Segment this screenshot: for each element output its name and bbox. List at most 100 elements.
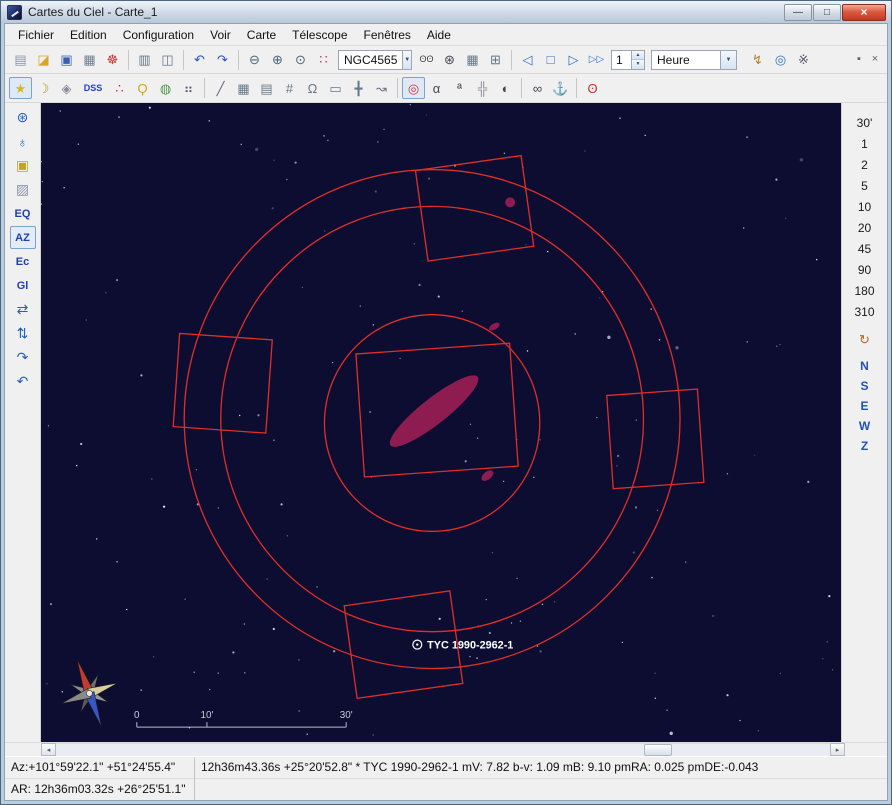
fov-preset-button[interactable]: 1 [846,133,884,154]
frame-outline-icon[interactable]: ▭ [324,77,347,99]
show-stars-icon[interactable]: ★ [9,77,32,99]
spin-down-icon[interactable]: ▼ [632,60,644,69]
multi-window-icon[interactable]: ◫ [156,49,179,71]
horizontal-scrollbar[interactable]: ◂ ▸ [5,742,887,756]
fov-preset-button[interactable]: 30' [846,112,884,133]
tracking-icon[interactable]: ↝ [370,77,393,99]
fov-frame-icon[interactable]: # [278,77,301,99]
galaxy-ellipse[interactable] [383,367,486,456]
proper-name-icon[interactable]: ª [448,77,471,99]
rotate-field-icon[interactable]: ↻ [854,330,876,350]
mirror-vertical-icon[interactable]: ⇅ [10,322,36,345]
copy-icon[interactable]: ▥ [133,49,156,71]
world-map-icon[interactable]: ◎ [769,49,792,71]
menu-aide[interactable]: Aide [419,25,459,45]
spin-up-icon[interactable]: ▲ [632,50,644,60]
finder-circle-icon[interactable]: ◎ [402,77,425,99]
print-icon[interactable]: ▦ [78,49,101,71]
direction-s-button[interactable]: S [846,376,884,396]
scrollbar-thumb[interactable] [644,744,673,756]
mirror-horizontal-icon[interactable]: ⇄ [10,298,36,321]
mark-center-icon[interactable]: ∷ [312,49,335,71]
title-bar[interactable]: Cartes du Ciel - Carte_1 — □ × [1,1,891,23]
time-unit-combo[interactable]: Heure ▼ [651,49,737,70]
menu-carte[interactable]: Carte [239,25,284,45]
refresh-chart-icon[interactable]: ↯ [746,49,769,71]
galaxy-ellipse[interactable] [505,197,516,208]
show-planets-icon[interactable]: ☽ [32,77,55,99]
maximize-button[interactable]: □ [813,3,841,21]
time-step-spinner[interactable]: 1 ▲ ▼ [611,49,645,70]
scroll-right-button[interactable]: ▸ [830,743,845,756]
redo-icon[interactable]: ↷ [211,49,234,71]
distance-tool-icon[interactable]: ╱ [209,77,232,99]
fov-preset-button[interactable]: 310 [846,301,884,322]
rotate-cw-icon[interactable]: ↷ [10,346,36,369]
telescope-goto-icon[interactable]: ※ [792,49,815,71]
object-search-combo[interactable]: NGC4565 ▼ [338,49,412,70]
scrollbar-track[interactable] [56,743,830,756]
rotate-ccw-icon[interactable]: ↶ [10,370,36,393]
new-chart-icon[interactable]: ▤ [9,49,32,71]
config-icon[interactable]: ☸ [101,49,124,71]
toolbar-pin-icon[interactable]: ▪ [851,52,867,68]
fov-preset-button[interactable]: 5 [846,175,884,196]
galaxy-ellipse[interactable] [488,321,501,332]
greek-label-icon[interactable]: α [425,77,448,99]
edit-chart-icon[interactable]: ▨ [10,178,36,201]
anchor-icon[interactable]: ⚓ [549,77,572,99]
coord-az-button[interactable]: AZ [9,226,36,249]
coord-ec-button[interactable]: Ec [10,250,36,273]
minimize-button[interactable]: — [784,3,812,21]
menu-fichier[interactable]: Fichier [10,25,62,45]
menu-voir[interactable]: Voir [202,25,239,45]
sky-chart[interactable]: 0 10' 30' TYC 1990-2962-1 [41,103,841,742]
chevron-down-icon[interactable]: ▼ [720,50,736,69]
zoom-in-icon[interactable]: ⊕ [266,49,289,71]
toolbar-close-icon[interactable]: × [867,52,883,68]
zoom-reset-icon[interactable]: ⊙ [289,49,312,71]
coord-grid-icon[interactable]: ▦ [232,77,255,99]
direction-n-button[interactable]: N [846,356,884,376]
direction-z-button[interactable]: Z [846,436,884,456]
advanced-search-icon[interactable]: ⊛ [438,49,461,71]
fov-preset-button[interactable]: 10 [846,196,884,217]
pan-mode-icon[interactable]: ╋ [347,77,370,99]
time-back-icon[interactable]: ◁ [516,49,539,71]
limiting-magnitude-icon[interactable]: Ϙ [131,77,154,99]
zoom-out-icon[interactable]: ⊖ [243,49,266,71]
menu-configuration[interactable]: Configuration [115,25,202,45]
fov-preset-button[interactable]: 45 [846,238,884,259]
coord-eq-button[interactable]: EQ [10,202,36,225]
search-icon[interactable]: ʘʘ [415,49,438,71]
scroll-left-button[interactable]: ◂ [41,743,56,756]
menu-telescope[interactable]: Télescope [284,25,355,45]
dss-image-button[interactable]: DSS [78,77,108,99]
time-fast-forward-icon[interactable]: ▷▷ [585,49,608,71]
direction-e-button[interactable]: E [846,396,884,416]
save-icon[interactable]: ▣ [55,49,78,71]
globe-icon[interactable]: ♁ [10,130,36,153]
sky-chart-canvas[interactable]: 0 10' 30' TYC 1990-2962-1 [41,103,841,742]
fov-preset-button[interactable]: 90 [846,259,884,280]
alt-grid-icon[interactable]: ▤ [255,77,278,99]
coord-gl-button[interactable]: Gl [10,274,36,297]
time-stop-icon[interactable]: □ [539,49,562,71]
mark-position-icon[interactable]: Ω [301,77,324,99]
open-picture-icon[interactable]: ▣ [10,154,36,177]
menu-fenetres[interactable]: Fenêtres [356,25,419,45]
close-button[interactable]: × [842,3,886,21]
show-labels-icon[interactable]: ◈ [55,77,78,99]
chevron-down-icon[interactable]: ▼ [402,50,411,69]
object-list-icon[interactable]: ▦ [461,49,484,71]
direction-w-button[interactable]: W [846,416,884,436]
time-forward-icon[interactable]: ▷ [562,49,585,71]
chart-position-icon[interactable]: ⊛ [10,106,36,129]
red-marker-icon[interactable]: ʘ [581,77,604,99]
show-nebulae-icon[interactable]: ◍ [154,77,177,99]
compass-icon[interactable]: ╬ [471,77,494,99]
calendar-icon[interactable]: ⊞ [484,49,507,71]
undo-icon[interactable]: ↶ [188,49,211,71]
open-chart-icon[interactable]: ◪ [32,49,55,71]
chain-link-icon[interactable]: ∞ [526,77,549,99]
